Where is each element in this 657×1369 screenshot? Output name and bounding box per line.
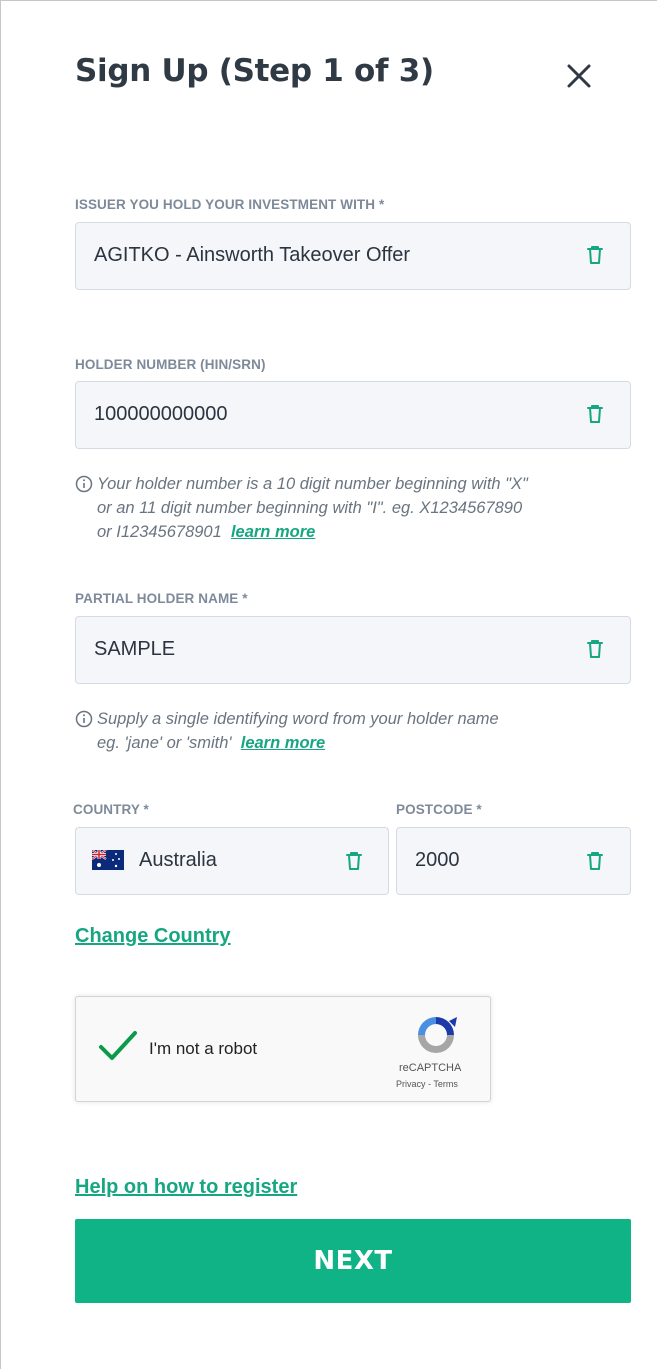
trash-icon[interactable] <box>585 403 605 425</box>
trash-icon[interactable] <box>585 850 605 872</box>
trash-icon[interactable] <box>344 850 364 872</box>
hint-line: Supply a single identifying word from yo… <box>97 710 499 728</box>
issuer-value: AGITKO - Ainsworth Takeover Offer <box>94 244 411 266</box>
trash-icon[interactable] <box>585 244 605 266</box>
postcode-label: POSTCODE * <box>396 802 482 817</box>
country-field[interactable]: Australia <box>75 827 389 895</box>
partial-name-field[interactable]: SAMPLE <box>75 616 631 684</box>
checkmark-icon[interactable] <box>98 1030 138 1062</box>
holder-number-hint: Your holder number is a 10 digit number … <box>75 472 635 544</box>
postcode-value: 2000 <box>415 849 460 871</box>
holder-number-field[interactable]: 100000000000 <box>75 381 631 449</box>
recaptcha-brand: reCAPTCHA <box>399 1062 462 1074</box>
recaptcha-terms-link[interactable]: Privacy - Terms <box>396 1079 458 1089</box>
partial-name-label: PARTIAL HOLDER NAME * <box>75 591 248 606</box>
hint-line: Your holder number is a 10 digit number … <box>97 475 528 493</box>
close-icon[interactable] <box>562 59 596 93</box>
recaptcha-logo-icon <box>418 1017 457 1053</box>
help-register-link[interactable]: Help on how to register <box>75 1176 297 1199</box>
change-country-link[interactable]: Change Country <box>75 925 231 948</box>
country-label: COUNTRY * <box>73 802 149 817</box>
issuer-label: ISSUER YOU HOLD YOUR INVESTMENT WITH * <box>75 197 385 212</box>
signup-panel: Sign Up (Step 1 of 3) ISSUER YOU HOLD YO… <box>0 0 657 1369</box>
learn-more-link[interactable]: learn more <box>241 734 325 752</box>
issuer-field[interactable]: AGITKO - Ainsworth Takeover Offer <box>75 222 631 290</box>
page-title: Sign Up (Step 1 of 3) <box>75 53 434 89</box>
learn-more-link[interactable]: learn more <box>231 523 315 541</box>
partial-name-value: SAMPLE <box>94 638 176 660</box>
holder-number-value: 100000000000 <box>94 403 228 425</box>
next-button[interactable]: NEXT <box>75 1219 631 1303</box>
holder-number-label: HOLDER NUMBER (HIN/SRN) <box>75 357 266 372</box>
hint-line: or I12345678901 <box>97 523 222 541</box>
recaptcha-label: I'm not a robot <box>149 1039 258 1058</box>
partial-name-hint: Supply a single identifying word from yo… <box>75 707 635 755</box>
trash-icon[interactable] <box>585 638 605 660</box>
recaptcha-widget: I'm not a robot reCAPTCHA Privacy - Term… <box>75 996 491 1102</box>
australia-flag-icon <box>92 850 124 870</box>
country-value: Australia <box>139 849 217 871</box>
hint-line: or an 11 digit number beginning with "I"… <box>97 499 523 517</box>
hint-line: eg. 'jane' or 'smith' <box>97 734 232 752</box>
postcode-field[interactable]: 2000 <box>396 827 631 895</box>
info-icon <box>75 710 93 728</box>
info-icon <box>75 475 93 493</box>
